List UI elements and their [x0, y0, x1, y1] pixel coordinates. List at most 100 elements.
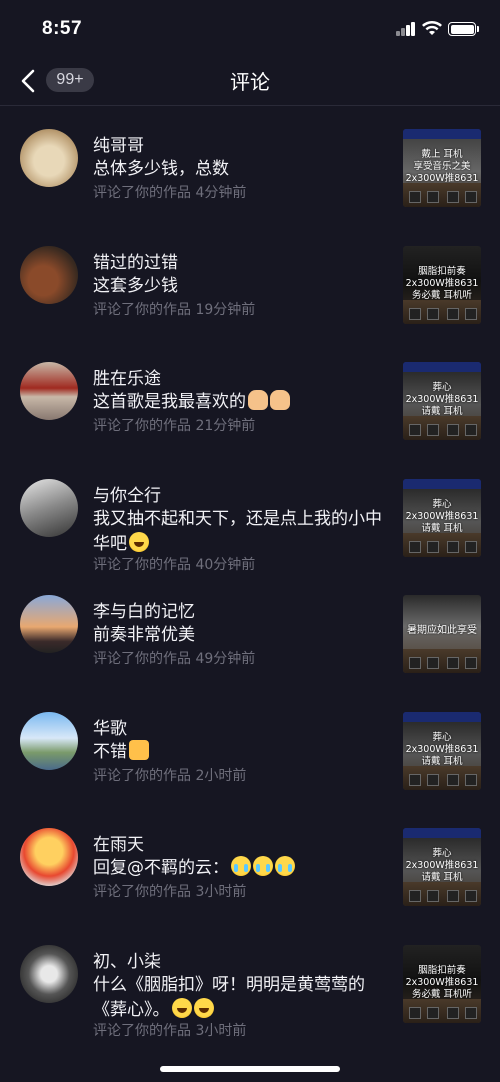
wifi-icon [422, 21, 442, 35]
avatar[interactable] [20, 828, 78, 886]
cry-emoji-icon [253, 856, 273, 876]
thumbnail-caption: 葬心 2x300W推8631 请戴 耳机 [405, 848, 479, 883]
battery-tip [477, 26, 479, 32]
video-thumbnail[interactable]: 葬心 2x300W推8631 请戴 耳机 [403, 362, 481, 440]
comment-meta: 评论了你的作品 49分钟前 [93, 648, 255, 668]
pray-emoji-icon [270, 390, 290, 410]
thumbnail-banner [403, 828, 481, 838]
video-thumbnail[interactable]: 葬心 2x300W推8631 请戴 耳机 [403, 711, 481, 790]
commenter-name[interactable]: 与你仝行 [93, 481, 161, 506]
comment-time: 40分钟前 [195, 556, 256, 573]
thumbnail-speaker-shelf [403, 183, 481, 207]
signal-icon [396, 22, 416, 36]
comment-text: 什么《胭脂扣》呀！明明是黄莺莺的《葬心》。 [93, 973, 393, 1023]
thumb-up-emoji-icon [129, 739, 149, 760]
comment-text: 我又抽不起和天下，还是点上我的小中华吧 [93, 507, 393, 557]
comment-row[interactable]: 在雨天回复@不羁的云： 评论了你的作品 3小时前 葬心 2x300W推8631 请戴… [0, 806, 500, 923]
video-thumbnail[interactable]: 葬心 2x300W推8631 请戴 耳机 [403, 828, 481, 906]
comment-row[interactable]: 错过的过错 这套多少钱评论了你的作品 19分钟前 胭脂扣前奏 2x300W推8631… [0, 224, 500, 341]
comment-text-content: 回复@不羁的云： [93, 858, 229, 878]
thumbnail-caption: 胭脂扣前奏 2x300W推8631 务必戴 耳机听 [405, 964, 479, 1000]
video-thumbnail[interactable]: 葬心 2x300W推8631 请戴 耳机 [403, 478, 481, 557]
comment-action: 评论了你的作品 [93, 651, 191, 667]
avatar[interactable] [20, 245, 78, 304]
avatar[interactable] [20, 362, 78, 420]
comment-text: 总体多少钱，总数 [93, 157, 393, 182]
comment-row[interactable]: 与你仝行 我又抽不起和天下，还是点上我的小中华吧 评论了你的作品 40分钟前 葬心 2… [0, 457, 500, 574]
comment-meta: 评论了你的作品 40分钟前 [93, 554, 255, 574]
commenter-name[interactable]: 在雨天 [93, 830, 144, 855]
thumbnail-speaker-shelf [403, 416, 481, 440]
video-thumbnail[interactable]: 戴上 耳机 享受音乐之美 2x300W推8631 [403, 129, 481, 207]
comment-meta: 评论了你的作品 2小时前 [93, 765, 246, 785]
comment-text: 不错 [93, 739, 393, 765]
comment-time: 3小时前 [195, 1022, 247, 1039]
comment-meta: 评论了你的作品 21分钟前 [93, 415, 255, 435]
comment-time: 4分钟前 [195, 185, 247, 201]
comment-row[interactable]: 李与白的记忆 前奏非常优美 评论了你的作品 49分钟前 暑期应如此享受 [0, 573, 500, 690]
comment-time: 21分钟前 [195, 418, 256, 434]
comment-time: 3小时前 [195, 884, 247, 900]
comment-action: 评论了你的作品 [93, 301, 191, 318]
video-thumbnail[interactable]: 暑期应如此享受 [403, 595, 481, 673]
comment-row[interactable]: 胜在乐途 这首歌是我最喜欢的 评论了你的作品 21分钟前 葬心 2x300W推8631… [0, 340, 500, 457]
comment-list: 纯哥哥 总体多少钱，总数评论了你的作品 4分钟前 戴上 耳机 享受音乐之美 2x30… [0, 107, 500, 1039]
thumbnail-speaker-shelf [403, 882, 481, 906]
commenter-name[interactable]: 错过的过错 [93, 248, 178, 273]
thumbnail-speaker-shelf [403, 998, 481, 1023]
avatar[interactable] [20, 129, 78, 187]
comment-meta: 评论了你的作品 3小时前 [93, 881, 246, 901]
home-indicator [160, 1066, 340, 1072]
comment-text-content: 什么《胭脂扣》呀！明明是黄莺莺的《葬心》。 [93, 974, 365, 1020]
status-bar: 8:57 [0, 0, 500, 60]
thumbnail-caption: 葬心 2x300W推8631 请戴 耳机 [405, 731, 479, 767]
avatar[interactable] [20, 595, 78, 653]
laugh-emoji-icon [171, 997, 192, 1018]
nav-bar: 99+ 评论 [0, 60, 500, 106]
commenter-name[interactable]: 初、小柒 [93, 947, 161, 972]
comment-text-content: 这套多少钱 [93, 275, 178, 296]
thumbnail-banner [403, 129, 481, 139]
thumbnail-banner [403, 478, 481, 489]
thumbnail-caption: 暑期应如此享受 [407, 625, 477, 636]
thumbnail-speaker-shelf [403, 765, 481, 790]
video-thumbnail[interactable]: 胭脂扣前奏 2x300W推8631 务必戴 耳机听 [403, 944, 481, 1023]
comment-text-content: 这首歌是我最喜欢的 [93, 392, 246, 412]
comment-action: 评论了你的作品 [93, 767, 191, 784]
comment-text-content: 不错 [93, 741, 127, 762]
avatar[interactable] [20, 944, 78, 1003]
comment-meta: 评论了你的作品 19分钟前 [93, 299, 255, 319]
thumbnail-banner [403, 711, 481, 722]
laugh-emoji-icon [129, 531, 149, 552]
comment-row[interactable]: 华歌 不错评论了你的作品 2小时前 葬心 2x300W推8631 请戴 耳机 [0, 690, 500, 807]
pray-emoji-icon [248, 390, 268, 410]
comment-action: 评论了你的作品 [93, 185, 191, 201]
comment-text: 这套多少钱 [93, 274, 393, 299]
comment-meta: 评论了你的作品 3小时前 [93, 1020, 246, 1040]
comment-action: 评论了你的作品 [93, 418, 191, 434]
thumbnail-caption: 胭脂扣前奏 2x300W推8631 务必戴 耳机听 [405, 265, 479, 301]
cry-emoji-icon [231, 856, 251, 876]
avatar[interactable] [20, 711, 78, 770]
comment-text: 回复@不羁的云： [93, 856, 393, 881]
commenter-name[interactable]: 李与白的记忆 [93, 597, 195, 622]
comment-action: 评论了你的作品 [93, 556, 191, 573]
page-title: 评论 [230, 70, 270, 94]
comment-text: 前奏非常优美 [93, 623, 393, 648]
video-thumbnail[interactable]: 胭脂扣前奏 2x300W推8631 务必戴 耳机听 [403, 245, 481, 324]
comment-text: 这首歌是我最喜欢的 [93, 390, 393, 415]
comment-row[interactable]: 初、小柒 什么《胭脂扣》呀！明明是黄莺莺的《葬心》。 评论了你的作品 3小时前 胭脂扣… [0, 923, 500, 1040]
thumbnail-speaker-shelf [403, 649, 481, 673]
comment-time: 49分钟前 [195, 651, 256, 667]
thumbnail-speaker-shelf [403, 299, 481, 324]
avatar[interactable] [20, 478, 78, 537]
battery-icon [448, 22, 476, 36]
commenter-name[interactable]: 胜在乐途 [93, 364, 161, 389]
comment-action: 评论了你的作品 [93, 1022, 191, 1039]
commenter-name[interactable]: 纯哥哥 [93, 131, 144, 156]
thumbnail-caption: 葬心 2x300W推8631 请戴 耳机 [405, 498, 479, 534]
comment-time: 19分钟前 [195, 301, 256, 318]
comment-row[interactable]: 纯哥哥 总体多少钱，总数评论了你的作品 4分钟前 戴上 耳机 享受音乐之美 2x30… [0, 107, 500, 224]
commenter-name[interactable]: 华歌 [93, 714, 127, 739]
thumbnail-speaker-shelf [403, 532, 481, 557]
